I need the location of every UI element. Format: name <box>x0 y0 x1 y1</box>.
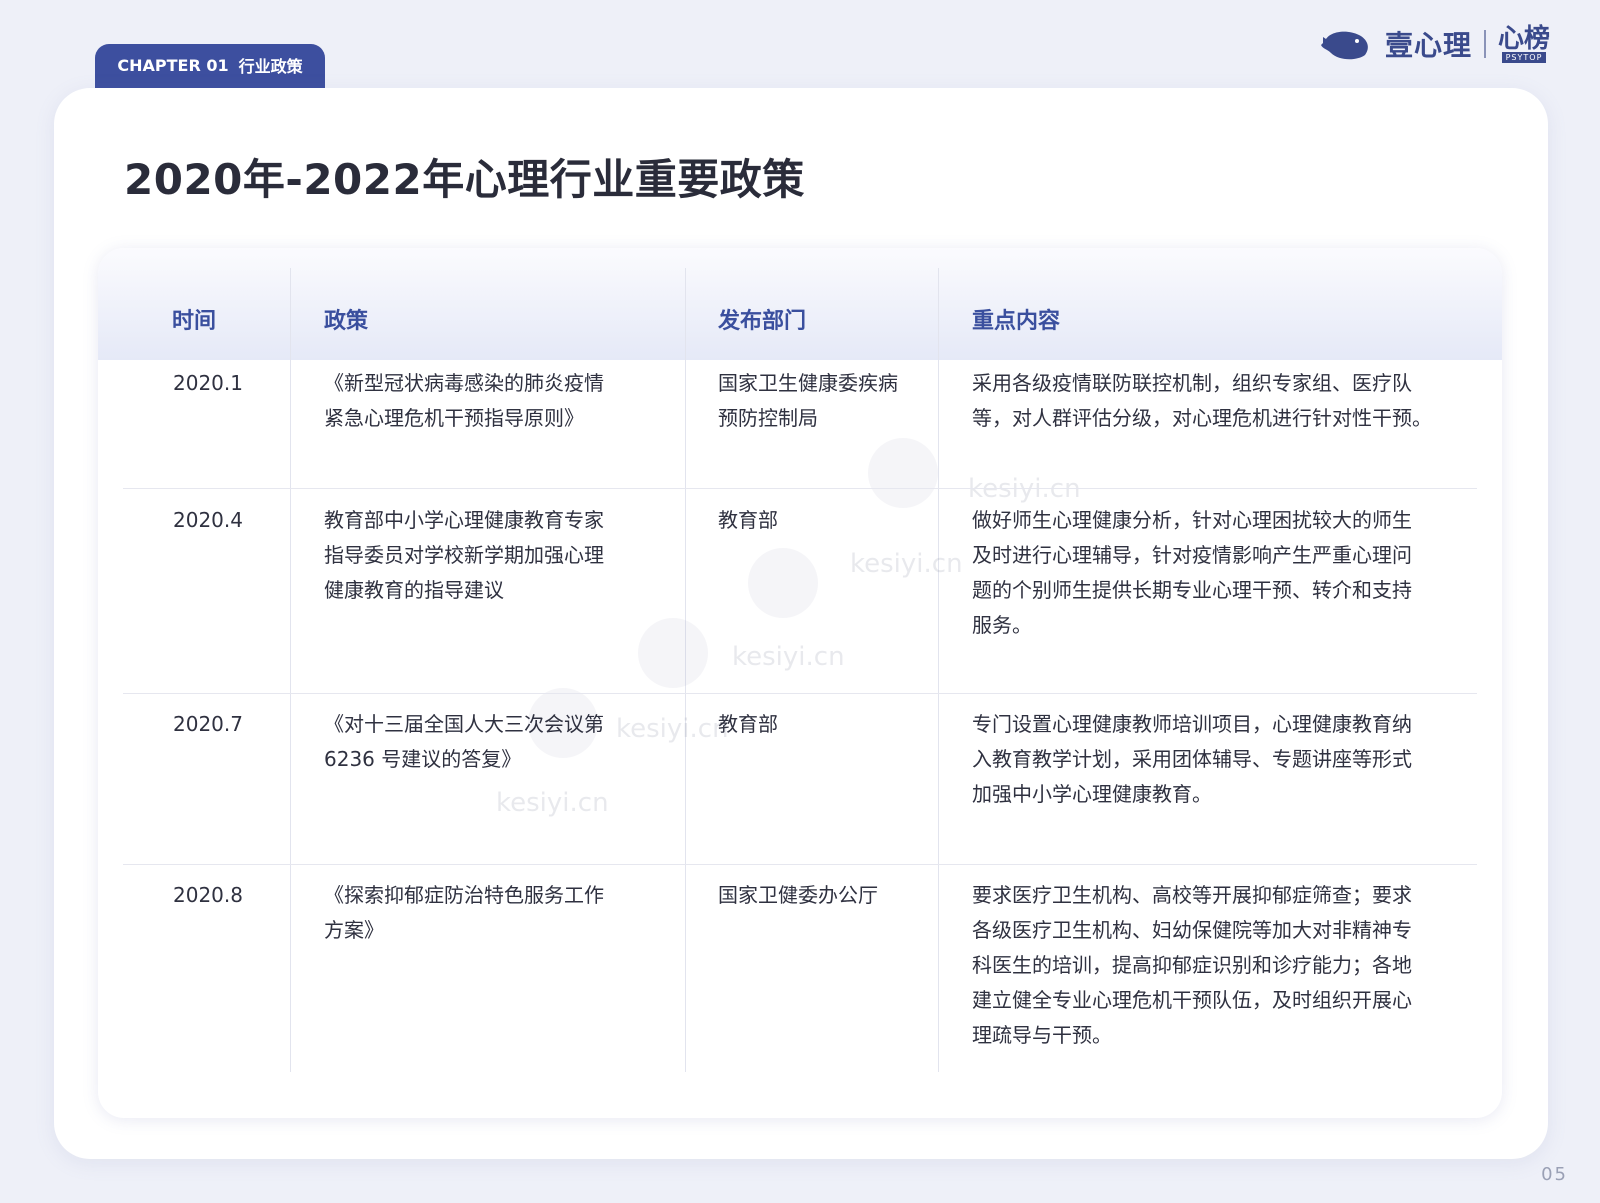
logo-mark-sub: PSYTOP <box>1501 51 1547 63</box>
watermark-figure <box>868 438 938 508</box>
chapter-tab: CHAPTER 01 行业政策 <box>95 44 325 90</box>
row1-department: 国家卫生健康委疾病 预防控制局 <box>718 371 898 430</box>
row2-department: 教育部 <box>718 508 778 532</box>
column-divider <box>685 268 686 1072</box>
row1-time: 2020.1 <box>173 371 243 395</box>
watermark: kesiyi.cn <box>616 714 729 744</box>
watermark: kesiyi.cn <box>732 642 845 672</box>
column-divider <box>290 268 291 1072</box>
row3-content: 专门设置心理健康教师培训项目，心理健康教育纳 入教育教学计划，采用团体辅导、专题… <box>972 712 1412 806</box>
row4-time: 2020.8 <box>173 883 243 907</box>
column-divider <box>938 268 939 1072</box>
row4-content: 要求医疗卫生机构、高校等开展抑郁症筛查；要求 各级医疗卫生机构、妇幼保健院等加大… <box>972 883 1412 1047</box>
row-divider <box>123 864 1477 865</box>
row2-content: 做好师生心理健康分析，针对心理困扰较大的师生 及时进行心理辅导，针对疫情影响产生… <box>972 508 1412 637</box>
page-title: 2020年-2022年心理行业重要政策 <box>124 155 805 204</box>
page-number: 05 <box>1541 1164 1568 1185</box>
row-divider <box>123 488 1477 489</box>
whale-icon <box>1320 31 1368 60</box>
row3-time: 2020.7 <box>173 712 243 736</box>
row3-policy: 《对十三届全国人大三次会议第 6236 号建议的答复》 <box>324 712 604 771</box>
watermark-figure <box>638 618 708 688</box>
header-content: 重点内容 <box>972 309 1061 334</box>
logo-divider <box>1483 30 1486 58</box>
watermark: kesiyi.cn <box>968 474 1081 504</box>
chapter-section: 行业政策 <box>238 57 303 76</box>
watermark: kesiyi.cn <box>850 549 963 579</box>
header-policy: 政策 <box>324 309 369 334</box>
logo-mark: 心榜 PSYTOP <box>1498 26 1550 63</box>
watermark: kesiyi.cn <box>496 788 609 818</box>
header-department: 发布部门 <box>718 309 807 334</box>
row1-policy: 《新型冠状病毒感染的肺炎疫情 紧急心理危机干预指导原则》 <box>324 371 604 430</box>
row-divider <box>123 693 1477 694</box>
row2-policy: 教育部中小学心理健康教育专家 指导委员对学校新学期加强心理 健康教育的指导建议 <box>324 508 604 602</box>
logo-brand: 壹心理 <box>1384 29 1472 62</box>
header-time: 时间 <box>172 309 217 334</box>
row3-department: 教育部 <box>718 712 778 736</box>
watermark-figure <box>748 548 818 618</box>
policy-table: 时间 政策 发布部门 重点内容 kesiyi.cn kesiyi.cn kesi… <box>98 248 1502 1118</box>
row4-policy: 《探索抑郁症防治特色服务工作 方案》 <box>324 883 604 942</box>
row4-department: 国家卫健委办公厅 <box>718 883 878 907</box>
row2-time: 2020.4 <box>173 508 243 532</box>
row1-content: 采用各级疫情联防联控机制，组织专家组、医疗队 等，对人群评估分级，对心理危机进行… <box>972 371 1432 430</box>
logo: 壹心理 心榜 PSYTOP <box>1320 22 1550 66</box>
chapter-label: CHAPTER 01 <box>117 55 229 75</box>
logo-mark-text: 心榜 <box>1497 23 1550 54</box>
